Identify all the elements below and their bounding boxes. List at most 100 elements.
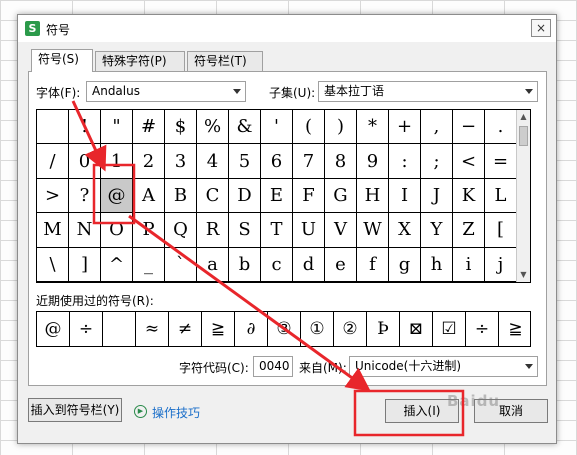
symbol-cell[interactable]: E [261,178,293,214]
recent-symbol-cell[interactable]: ≧ [202,312,235,346]
symbol-cell[interactable]: U [293,213,325,248]
recent-symbol-cell[interactable]: ③ [268,312,301,346]
symbol-cell[interactable]: W [357,213,389,248]
symbol-cell[interactable]: i [453,247,485,282]
symbol-cell[interactable]: D [229,178,261,214]
scrollbar-thumb[interactable] [519,126,528,146]
symbol-cell[interactable]: ? [69,178,101,214]
symbol-cell[interactable]: 4 [197,144,229,179]
subset-select[interactable]: 基本拉丁语 [318,81,538,102]
symbol-cell[interactable]: g [389,247,421,282]
symbol-cell[interactable]: L [485,178,517,214]
symbol-cell[interactable]: " [101,110,133,145]
symbol-cell[interactable]: H [357,178,389,214]
close-button[interactable]: × [531,19,551,37]
recent-symbol-cell[interactable]: @ [37,312,70,346]
recent-symbol-cell[interactable]: Þ [367,312,400,346]
recent-symbol-cell[interactable]: ≠ [169,312,202,346]
symbol-cell[interactable]: B [165,178,197,214]
recent-symbol-cell[interactable]: ① [301,312,334,346]
symbol-cell[interactable]: 7 [293,144,325,179]
symbol-cell[interactable]: G [325,178,357,214]
symbol-cell-selected[interactable]: @ [101,178,133,214]
symbol-cell[interactable]: : [389,144,421,179]
symbol-cell[interactable]: + [389,110,421,145]
symbol-cell[interactable] [37,110,69,145]
symbol-cell[interactable]: ! [69,110,101,145]
symbol-cell[interactable]: c [261,247,293,282]
symbol-cell[interactable]: d [293,247,325,282]
symbol-cell[interactable]: \ [37,247,69,282]
symbol-cell[interactable]: R [197,213,229,248]
recent-symbol-cell[interactable]: ÷ [70,312,103,346]
recent-symbol-cell[interactable]: ∂ [235,312,268,346]
symbol-cell[interactable]: ' [261,110,293,145]
symbol-cell[interactable]: J [421,178,453,214]
symbol-cell[interactable]: S [229,213,261,248]
symbol-cell[interactable]: C [197,178,229,214]
symbol-cell[interactable]: O [101,213,133,248]
symbol-cell[interactable]: # [133,110,165,145]
recent-symbol-cell[interactable]: ≧ [499,312,532,346]
symbol-cell[interactable]: $ [165,110,197,145]
symbol-grid-scrollbar[interactable]: ▲ ▼ [516,110,530,282]
symbol-cell[interactable]: ^ [101,247,133,282]
symbol-cell[interactable]: = [485,144,517,179]
symbol-cell[interactable]: a [197,247,229,282]
symbol-cell[interactable]: / [37,144,69,179]
symbol-cell[interactable]: V [325,213,357,248]
symbol-cell[interactable]: e [325,247,357,282]
symbol-cell[interactable]: [ [485,213,517,248]
recent-symbol-cell[interactable]: ☑ [433,312,466,346]
symbol-cell[interactable]: 6 [261,144,293,179]
font-select[interactable]: Andalus [86,81,246,102]
recent-symbol-cell[interactable]: ≈ [136,312,169,346]
scroll-up-arrow-icon[interactable]: ▲ [517,110,530,124]
symbol-cell[interactable]: 2 [133,144,165,179]
symbol-cell[interactable]: < [453,144,485,179]
symbol-cell[interactable]: f [357,247,389,282]
tips-link[interactable]: 操作技巧 [152,404,200,421]
recent-symbol-cell[interactable] [103,312,136,346]
symbol-cell[interactable]: j [485,247,517,282]
symbol-cell[interactable]: * [357,110,389,145]
symbol-cell[interactable]: T [261,213,293,248]
symbol-cell[interactable]: ` [165,247,197,282]
symbol-cell[interactable]: Q [165,213,197,248]
tab-symbols[interactable]: 符号(S) [31,49,93,72]
symbol-cell[interactable]: h [421,247,453,282]
symbol-cell[interactable]: I [389,178,421,214]
symbol-cell[interactable]: ] [69,247,101,282]
symbol-cell[interactable]: 0 [69,144,101,179]
symbol-cell[interactable]: Z [453,213,485,248]
symbol-cell[interactable]: A [133,178,165,214]
insert-to-symbol-bar-button[interactable]: 插入到符号栏(Y) [28,398,122,422]
symbol-cell[interactable]: ( [293,110,325,145]
symbol-cell[interactable]: , [421,110,453,145]
char-code-input[interactable]: 0040 [253,356,293,377]
symbol-cell[interactable]: ) [325,110,357,145]
symbol-cell[interactable]: N [69,213,101,248]
symbol-cell[interactable]: ; [421,144,453,179]
symbol-cell[interactable]: 1 [101,144,133,179]
recent-symbol-cell[interactable]: ② [334,312,367,346]
recent-symbol-cell[interactable]: ⊠ [400,312,433,346]
tab-symbol-bar[interactable]: 符号栏(T) [187,51,263,71]
symbol-cell[interactable]: 9 [357,144,389,179]
symbol-cell[interactable]: Y [421,213,453,248]
symbol-cell[interactable]: _ [133,247,165,282]
symbol-cell[interactable]: − [453,110,485,145]
symbol-cell[interactable]: % [197,110,229,145]
symbol-cell[interactable]: 8 [325,144,357,179]
symbol-cell[interactable]: . [485,110,517,145]
symbol-cell[interactable]: > [37,178,69,214]
scroll-down-arrow-icon[interactable]: ▼ [517,268,530,282]
symbol-cell[interactable]: P [133,213,165,248]
symbol-cell[interactable]: M [37,213,69,248]
symbol-cell[interactable]: X [389,213,421,248]
symbol-cell[interactable]: 5 [229,144,261,179]
recent-symbol-cell[interactable]: ÷ [466,312,499,346]
from-select[interactable]: Unicode(十六进制) [349,356,538,377]
tab-special-characters[interactable]: 特殊字符(P) [95,51,185,71]
symbol-cell[interactable]: & [229,110,261,145]
